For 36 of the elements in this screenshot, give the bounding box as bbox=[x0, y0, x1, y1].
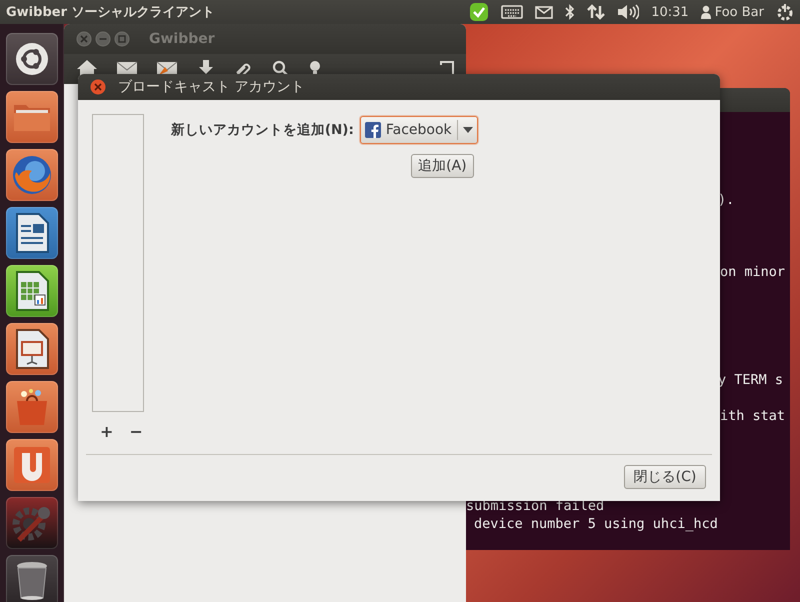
close-button[interactable]: 閉じる(C) bbox=[624, 465, 706, 489]
service-dropdown[interactable]: Facebook bbox=[360, 116, 478, 144]
user-icon bbox=[700, 5, 711, 19]
dropdown-arrow-icon bbox=[462, 127, 473, 133]
terminal-text: on minor bbox=[719, 263, 786, 281]
maximize-icon[interactable] bbox=[114, 31, 130, 47]
minimize-icon[interactable] bbox=[95, 31, 111, 47]
chat-status-icon[interactable] bbox=[469, 2, 490, 22]
remove-account-button[interactable]: − bbox=[127, 424, 145, 440]
presentation-icon bbox=[14, 329, 48, 369]
close-icon[interactable] bbox=[76, 31, 92, 47]
close-icon[interactable] bbox=[90, 79, 106, 95]
add-account-button[interactable]: + bbox=[98, 424, 116, 440]
app-title: Gwibber ソーシャルクライアント bbox=[6, 4, 216, 21]
volume-icon[interactable] bbox=[617, 4, 640, 20]
bluetooth-icon[interactable] bbox=[565, 4, 576, 20]
power-gear-icon[interactable] bbox=[776, 3, 794, 21]
terminal-text: ). bbox=[717, 191, 736, 209]
mail-icon[interactable] bbox=[535, 6, 554, 18]
dialog-title: ブロードキャスト アカウント bbox=[118, 78, 304, 96]
keyboard-icon[interactable] bbox=[501, 5, 524, 19]
add-account-label: 新しいアカウントを追加(N): bbox=[170, 121, 354, 139]
spreadsheet-icon bbox=[14, 271, 48, 311]
network-icon[interactable] bbox=[587, 4, 606, 20]
facebook-icon bbox=[364, 122, 381, 138]
ubuntu-logo-icon bbox=[14, 42, 48, 76]
globe-fox-icon bbox=[10, 154, 52, 196]
terminal-text: ith stat bbox=[719, 407, 786, 425]
user-name[interactable]: Foo Bar bbox=[714, 4, 764, 20]
terminal-text: device number 5 using uhci_hcd bbox=[473, 515, 719, 533]
document-icon bbox=[14, 213, 48, 253]
cloud-u-icon bbox=[12, 445, 52, 485]
trash-icon bbox=[14, 560, 48, 602]
add-button[interactable]: 追加(A) bbox=[411, 154, 474, 178]
clock[interactable]: 10:31 bbox=[651, 4, 689, 20]
window-title: Gwibber bbox=[149, 31, 215, 47]
